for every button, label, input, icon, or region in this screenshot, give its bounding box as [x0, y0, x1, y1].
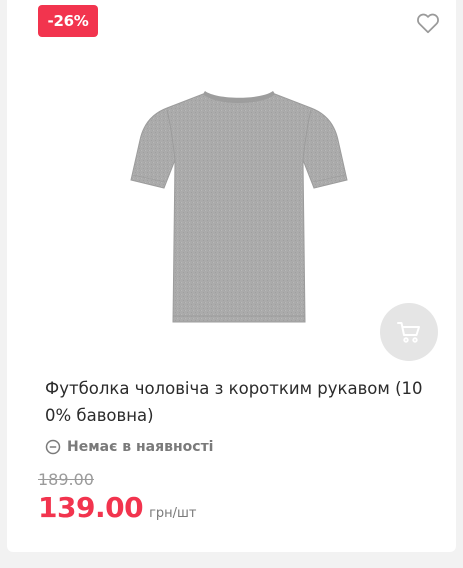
old-price: 189.00: [38, 470, 94, 489]
product-title-link[interactable]: Футболка чоловіча з коротким рукавом (10…: [45, 375, 440, 429]
availability-label: Немає в наявності: [67, 439, 214, 455]
minus-circle-icon: [45, 439, 61, 455]
heart-outline-icon[interactable]: [415, 10, 441, 36]
discount-badge: -26%: [38, 5, 98, 37]
product-card[interactable]: -26% Футболка чоловіча з коротким рукаво…: [7, 0, 456, 552]
cart-icon: [397, 322, 420, 343]
current-price: 139.00: [38, 491, 144, 524]
product-image[interactable]: [121, 82, 357, 332]
availability-status: Немає в наявності: [45, 437, 213, 457]
price-row: 139.00 грн/шт: [38, 491, 197, 524]
price-unit: грн/шт: [149, 506, 197, 521]
add-to-cart-button[interactable]: [380, 303, 438, 361]
